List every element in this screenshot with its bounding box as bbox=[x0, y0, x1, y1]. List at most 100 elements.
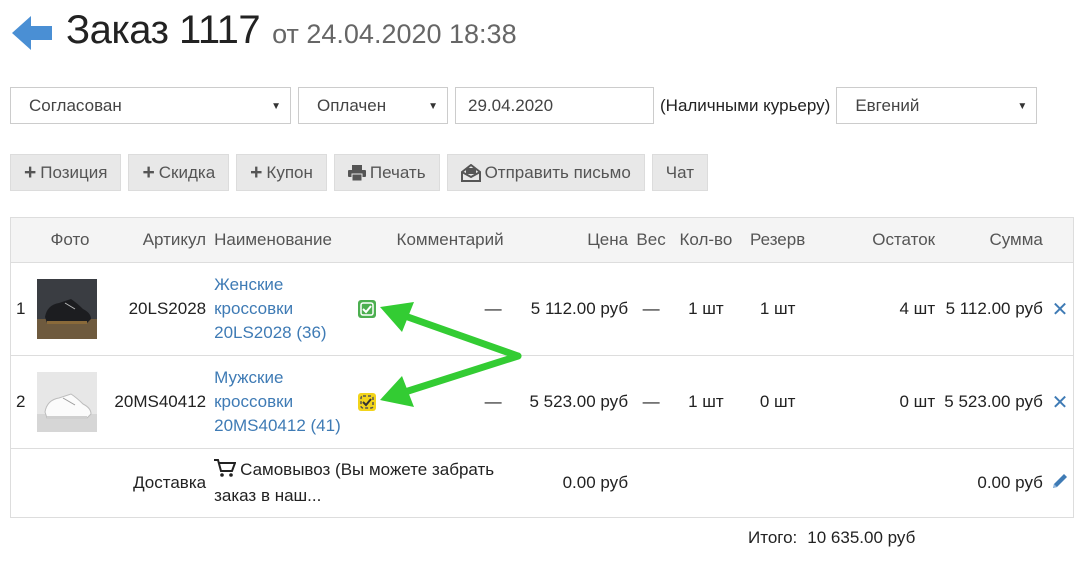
total-value: 10 635.00 руб bbox=[807, 528, 916, 547]
comment-text: — bbox=[484, 299, 502, 318]
envelope-icon bbox=[460, 163, 481, 182]
add-coupon-label: Купон bbox=[266, 162, 313, 182]
product-photo[interactable] bbox=[37, 279, 98, 339]
print-button[interactable]: Печать bbox=[333, 154, 440, 191]
page-header: Заказ 1117 от 24.04.2020 18:38 bbox=[12, 8, 517, 58]
courier-select[interactable]: Евгений ▼ bbox=[836, 87, 1038, 124]
delivery-method-cell: Самовывоз (Вы можете забрать заказ в наш… bbox=[210, 448, 514, 518]
price-cell: 5 523.00 руб bbox=[513, 355, 633, 449]
add-position-button[interactable]: + Позиция bbox=[10, 154, 122, 191]
add-coupon-button[interactable]: + Купон bbox=[236, 154, 327, 191]
pencil-icon[interactable] bbox=[1051, 472, 1069, 495]
comment-text: — bbox=[484, 392, 502, 411]
reserve-cell: 0 шт bbox=[741, 355, 814, 449]
sum-cell: 5 112.00 руб bbox=[939, 262, 1047, 356]
order-date: от 24.04.2020 18:38 bbox=[272, 19, 517, 49]
product-photo[interactable] bbox=[37, 372, 98, 432]
delivery-text-line2: заказ в наш... bbox=[214, 486, 322, 505]
send-email-button[interactable]: Отправить письмо bbox=[446, 154, 645, 191]
row-number: 2 bbox=[10, 355, 31, 449]
product-name-line: 20LS2028 (36) bbox=[214, 323, 327, 342]
delivery-sum-cell: 0.00 руб bbox=[939, 448, 1047, 518]
product-name-line: 20MS40412 (41) bbox=[214, 416, 341, 435]
chat-label: Чат bbox=[665, 162, 694, 182]
comment-cell: — bbox=[348, 262, 514, 356]
delivery-price-cell: 0.00 руб bbox=[513, 448, 633, 518]
empty-cell bbox=[670, 448, 742, 518]
chevron-down-icon: ▼ bbox=[1017, 101, 1028, 112]
cart-icon bbox=[214, 459, 237, 484]
chevron-down-icon: ▼ bbox=[271, 101, 281, 112]
add-discount-label: Скидка bbox=[158, 162, 216, 182]
empty-cell bbox=[10, 448, 31, 518]
page-title: Заказ 1117 bbox=[66, 8, 261, 52]
col-sum: Сумма bbox=[939, 217, 1047, 263]
weight-cell: — bbox=[632, 355, 671, 449]
delivery-label: Доставка bbox=[104, 448, 211, 518]
reserve-cell: 1 шт bbox=[741, 262, 814, 356]
remove-cell: ✕ bbox=[1046, 355, 1074, 449]
product-name-link[interactable]: Мужские кроссовки 20MS40412 (41) bbox=[214, 366, 345, 438]
remove-cell: ✕ bbox=[1046, 262, 1074, 356]
back-arrow-icon[interactable] bbox=[12, 15, 54, 51]
plus-icon: + bbox=[250, 161, 263, 184]
total-label: Итого: bbox=[748, 528, 798, 547]
delivery-date-input[interactable]: 29.04.2020 bbox=[455, 87, 654, 124]
delivery-method-text: Самовывоз (Вы можете забрать заказ в наш… bbox=[214, 458, 510, 508]
col-num bbox=[10, 217, 31, 263]
payment-status-select[interactable]: Оплачен ▼ bbox=[298, 87, 448, 124]
delivery-date-value: 29.04.2020 bbox=[468, 95, 554, 115]
sku-cell: 20LS2028 bbox=[104, 262, 211, 356]
qty-cell[interactable]: 1 шт bbox=[670, 355, 742, 449]
empty-cell bbox=[632, 448, 671, 518]
col-name: Наименование bbox=[210, 217, 349, 263]
name-cell: Женские кроссовки 20LS2028 (36) bbox=[210, 262, 349, 356]
comment-cell: — bbox=[348, 355, 514, 449]
col-qty: Кол-во bbox=[670, 217, 742, 263]
delivery-row: Доставка Самовывоз (Вы можете забрать за… bbox=[10, 448, 1074, 518]
qty-cell[interactable]: 1 шт bbox=[670, 262, 742, 356]
check-badge-yellow-icon[interactable] bbox=[357, 392, 377, 412]
add-discount-button[interactable]: + Скидка bbox=[128, 154, 230, 191]
close-icon[interactable]: ✕ bbox=[1052, 392, 1069, 414]
chevron-down-icon: ▼ bbox=[428, 101, 438, 112]
row-number: 1 bbox=[10, 262, 31, 356]
check-badge-green-icon[interactable] bbox=[357, 299, 377, 319]
product-name-line: Мужские bbox=[214, 368, 284, 387]
status-select-value: Согласован bbox=[29, 95, 122, 115]
col-price: Цена bbox=[513, 217, 633, 263]
order-total: Итого: 10 635.00 руб bbox=[748, 528, 915, 548]
empty-cell bbox=[741, 448, 814, 518]
plus-icon: + bbox=[142, 161, 155, 184]
status-select[interactable]: Согласован ▼ bbox=[10, 87, 291, 124]
col-sku: Артикул bbox=[104, 217, 211, 263]
delivery-text-line1: Самовывоз (Вы можете забрать bbox=[240, 460, 495, 479]
price-cell: 5 112.00 руб bbox=[513, 262, 633, 356]
table-row: 2 20MS40412 Мужские кроссовки 20MS40412 … bbox=[10, 355, 1074, 449]
close-icon[interactable]: ✕ bbox=[1052, 299, 1069, 321]
order-toolbar: + Позиция + Скидка + Купон Печать Отправ… bbox=[10, 154, 715, 191]
payment-method-label: (Наличными курьеру) bbox=[660, 95, 831, 115]
plus-icon: + bbox=[24, 161, 37, 184]
photo-cell bbox=[30, 355, 105, 449]
order-filters: Согласован ▼ Оплачен ▼ 29.04.2020 (Налич… bbox=[10, 87, 1038, 124]
sum-cell: 5 523.00 руб bbox=[939, 355, 1047, 449]
chat-button[interactable]: Чат bbox=[651, 154, 708, 191]
payment-status-value: Оплачен bbox=[317, 95, 387, 115]
col-actions bbox=[1046, 217, 1074, 263]
empty-cell bbox=[30, 448, 105, 518]
col-comment: Комментарий bbox=[348, 217, 514, 263]
col-stock: Остаток bbox=[813, 217, 940, 263]
stock-cell: 0 шт bbox=[813, 355, 940, 449]
table-row: 1 20LS2028 Женские кроссовки 20LS2028 (3… bbox=[10, 262, 1074, 356]
product-name-line: кроссовки bbox=[214, 392, 294, 411]
send-email-label: Отправить письмо bbox=[484, 162, 631, 182]
name-cell: Мужские кроссовки 20MS40412 (41) bbox=[210, 355, 349, 449]
col-weight: Вес bbox=[632, 217, 671, 263]
edit-cell bbox=[1046, 448, 1074, 518]
photo-cell bbox=[30, 262, 105, 356]
stock-cell: 4 шт bbox=[813, 262, 940, 356]
print-label: Печать bbox=[369, 162, 426, 182]
product-name-link[interactable]: Женские кроссовки 20LS2028 (36) bbox=[214, 273, 345, 345]
col-photo: Фото bbox=[30, 217, 105, 263]
